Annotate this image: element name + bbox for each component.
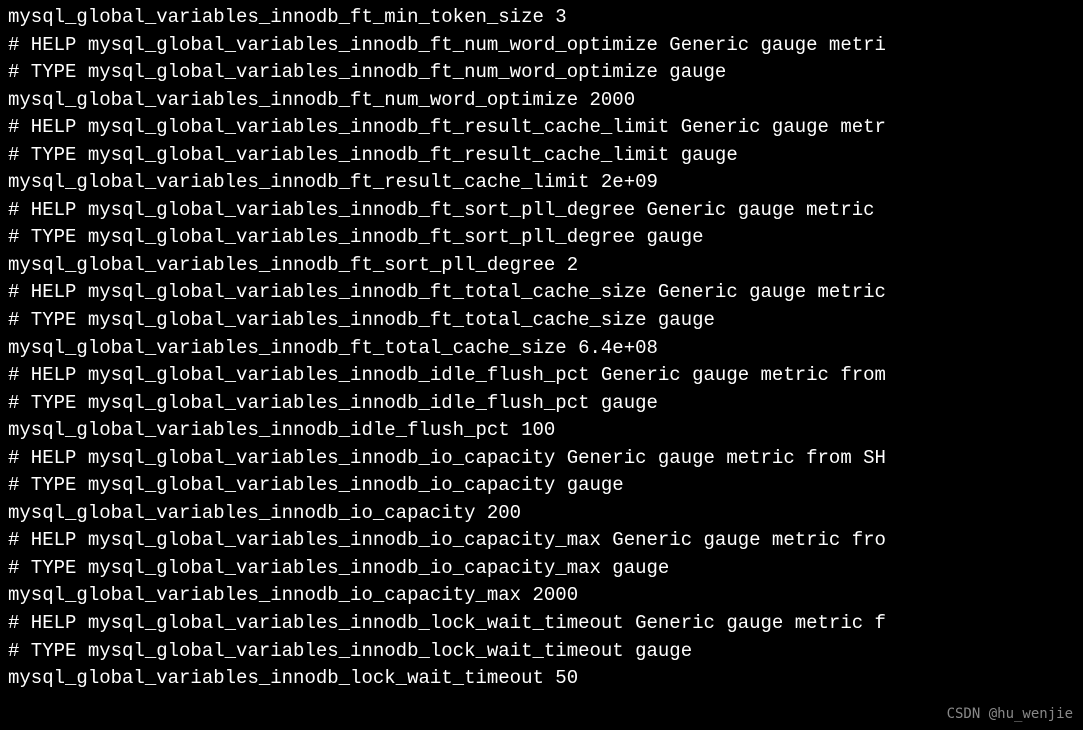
- terminal-line: mysql_global_variables_innodb_ft_min_tok…: [8, 4, 1075, 32]
- terminal-line: # TYPE mysql_global_variables_innodb_loc…: [8, 638, 1075, 666]
- terminal-line: # HELP mysql_global_variables_innodb_ft_…: [8, 197, 1075, 225]
- watermark-text: CSDN @hu_wenjie: [947, 704, 1073, 724]
- terminal-output: mysql_global_variables_innodb_ft_min_tok…: [8, 4, 1075, 693]
- terminal-line: # TYPE mysql_global_variables_innodb_ft_…: [8, 142, 1075, 170]
- terminal-line: # HELP mysql_global_variables_innodb_io_…: [8, 527, 1075, 555]
- terminal-line: # TYPE mysql_global_variables_innodb_io_…: [8, 472, 1075, 500]
- terminal-line: # TYPE mysql_global_variables_innodb_ft_…: [8, 307, 1075, 335]
- terminal-line: mysql_global_variables_innodb_ft_total_c…: [8, 335, 1075, 363]
- terminal-line: mysql_global_variables_innodb_idle_flush…: [8, 417, 1075, 445]
- terminal-line: # HELP mysql_global_variables_innodb_loc…: [8, 610, 1075, 638]
- terminal-line: # HELP mysql_global_variables_innodb_ft_…: [8, 114, 1075, 142]
- terminal-line: # TYPE mysql_global_variables_innodb_idl…: [8, 390, 1075, 418]
- terminal-line: # HELP mysql_global_variables_innodb_io_…: [8, 445, 1075, 473]
- terminal-line: mysql_global_variables_innodb_ft_result_…: [8, 169, 1075, 197]
- terminal-line: # TYPE mysql_global_variables_innodb_io_…: [8, 555, 1075, 583]
- terminal-line: # HELP mysql_global_variables_innodb_ft_…: [8, 32, 1075, 60]
- terminal-line: mysql_global_variables_innodb_ft_num_wor…: [8, 87, 1075, 115]
- terminal-line: # HELP mysql_global_variables_innodb_ft_…: [8, 279, 1075, 307]
- terminal-line: # TYPE mysql_global_variables_innodb_ft_…: [8, 59, 1075, 87]
- terminal-line: # HELP mysql_global_variables_innodb_idl…: [8, 362, 1075, 390]
- terminal-line: mysql_global_variables_innodb_lock_wait_…: [8, 665, 1075, 693]
- terminal-line: mysql_global_variables_innodb_ft_sort_pl…: [8, 252, 1075, 280]
- terminal-line: mysql_global_variables_innodb_io_capacit…: [8, 582, 1075, 610]
- terminal-line: mysql_global_variables_innodb_io_capacit…: [8, 500, 1075, 528]
- terminal-line: # TYPE mysql_global_variables_innodb_ft_…: [8, 224, 1075, 252]
